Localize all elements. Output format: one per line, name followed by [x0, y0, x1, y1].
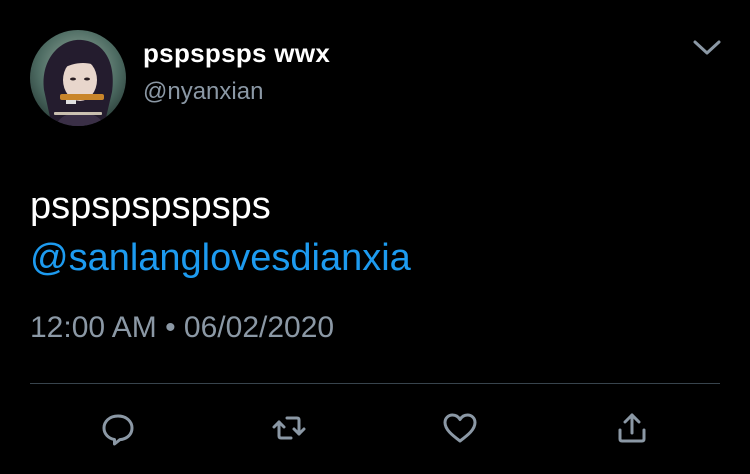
avatar[interactable]	[30, 30, 126, 126]
like-button[interactable]	[440, 408, 480, 448]
chevron-down-icon[interactable]	[690, 34, 724, 60]
mention-link[interactable]: @sanlanglovesdianxia	[30, 232, 411, 284]
display-name[interactable]: pspspsps wwx	[143, 38, 330, 69]
user-handle[interactable]: @nyanxian	[143, 78, 263, 106]
tweet-timestamp[interactable]: 12:00 AM • 06/02/2020	[30, 311, 334, 345]
retweet-button[interactable]	[269, 408, 309, 448]
reply-icon	[102, 414, 134, 446]
share-icon	[618, 413, 646, 443]
retweet-icon	[272, 416, 306, 440]
tweet-card: pspspsps wwx @nyanxian pspspspspsps @san…	[0, 0, 750, 474]
share-button[interactable]	[612, 408, 652, 448]
heart-icon	[443, 413, 477, 443]
reply-button[interactable]	[98, 408, 138, 448]
tweet-text: pspspspspsps	[30, 185, 271, 227]
avatar-image	[30, 30, 126, 126]
divider	[30, 383, 720, 384]
